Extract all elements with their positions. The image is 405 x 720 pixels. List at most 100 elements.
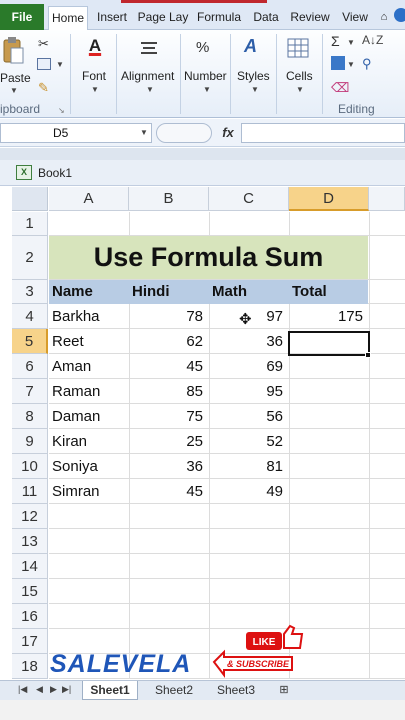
column-header-d[interactable]: D	[289, 187, 369, 211]
tab-home[interactable]: Home	[48, 6, 88, 31]
row-header-18[interactable]: 18	[12, 654, 48, 679]
format-painter-icon[interactable]: ✎	[38, 80, 49, 96]
cell-b10[interactable]: 36	[129, 454, 209, 479]
active-cell-selection[interactable]	[288, 331, 370, 356]
styles-icon[interactable]: A	[244, 36, 257, 57]
number-dropdown-icon[interactable]: ▼	[203, 85, 211, 94]
alignment-dropdown-icon[interactable]: ▼	[146, 85, 154, 94]
fill-dropdown-icon[interactable]: ▼	[347, 60, 355, 69]
row-header-6[interactable]: 6	[12, 354, 48, 379]
tab-insert[interactable]: Insert	[92, 6, 132, 30]
clear-icon[interactable]: ⌫	[331, 80, 349, 96]
row-header-12[interactable]: 12	[12, 504, 48, 529]
header-hindi[interactable]: Hindi	[129, 280, 170, 304]
row-header-16[interactable]: 16	[12, 604, 48, 629]
like-subscribe-badge[interactable]: LIKE & SUBSCRIBE	[210, 620, 310, 678]
row-header-1[interactable]: 1	[12, 212, 48, 236]
sort-filter-icon[interactable]: A↓Z	[362, 33, 383, 47]
cell-a11[interactable]: Simran	[49, 479, 129, 504]
autosum-icon[interactable]: Σ	[331, 33, 340, 49]
row-header-7[interactable]: 7	[12, 379, 48, 404]
row-header-13[interactable]: 13	[12, 529, 48, 554]
percent-icon[interactable]: %	[196, 39, 209, 56]
row-header-3[interactable]: 3	[12, 280, 48, 304]
cell-c10[interactable]: 81	[209, 454, 289, 479]
sheet-title[interactable]: Use Formula Sum	[49, 236, 368, 279]
prev-sheet-icon[interactable]: ◀	[36, 684, 43, 695]
font-dropdown-icon[interactable]: ▼	[91, 85, 99, 94]
next-sheet-icon[interactable]: ▶	[50, 684, 57, 695]
last-sheet-icon[interactable]: ▶|	[62, 684, 71, 695]
copy-dropdown-icon[interactable]: ▼	[56, 60, 64, 69]
insert-function-icon[interactable]: fx	[215, 123, 241, 143]
column-header-b[interactable]: B	[129, 187, 209, 211]
formula-bar-scroll-handle[interactable]	[156, 123, 212, 143]
row-header-17[interactable]: 17	[12, 629, 48, 654]
cells-label[interactable]: Cells	[286, 69, 313, 83]
autosum-dropdown-icon[interactable]: ▼	[347, 38, 355, 47]
cell-c11[interactable]: 49	[209, 479, 289, 504]
cut-icon[interactable]: ✂	[38, 36, 49, 52]
name-box-dropdown-icon[interactable]: ▼	[140, 128, 148, 137]
tab-file[interactable]: File	[0, 4, 44, 30]
row-header-11[interactable]: 11	[12, 479, 48, 504]
paste-label[interactable]: Paste	[0, 71, 31, 85]
styles-label[interactable]: Styles	[237, 69, 270, 83]
column-header-c[interactable]: C	[209, 187, 289, 211]
tab-formulas[interactable]: Formula	[193, 6, 245, 30]
sheet-tab-sheet3[interactable]: Sheet3	[208, 681, 264, 700]
cell-b8[interactable]: 75	[129, 404, 209, 429]
cell-b7[interactable]: 85	[129, 379, 209, 404]
cell-c7[interactable]: 95	[209, 379, 289, 404]
cell-a5[interactable]: Reet	[49, 329, 129, 354]
cell-a10[interactable]: Soniya	[49, 454, 129, 479]
column-header-a[interactable]: A	[49, 187, 129, 211]
cells-dropdown-icon[interactable]: ▼	[296, 85, 304, 94]
row-header-5[interactable]: 5	[12, 329, 48, 354]
sheet-tab-sheet2[interactable]: Sheet2	[146, 681, 202, 700]
cell-c5[interactable]: 36	[209, 329, 289, 354]
row-header-8[interactable]: 8	[12, 404, 48, 429]
paste-icon[interactable]	[2, 36, 24, 66]
row-header-9[interactable]: 9	[12, 429, 48, 454]
cell-c8[interactable]: 56	[209, 404, 289, 429]
font-label[interactable]: Font	[82, 69, 106, 83]
find-select-icon[interactable]: ⚲	[362, 56, 372, 72]
tab-data[interactable]: Data	[250, 6, 282, 30]
cell-c6[interactable]: 69	[209, 354, 289, 379]
minimize-ribbon-icon[interactable]: ⌂	[377, 6, 391, 30]
cell-a9[interactable]: Kiran	[49, 429, 129, 454]
row-header-15[interactable]: 15	[12, 579, 48, 604]
cells-icon[interactable]	[287, 38, 309, 63]
tab-review[interactable]: Review	[287, 6, 333, 30]
copy-icon[interactable]	[37, 58, 51, 70]
alignment-label[interactable]: Alignment	[121, 69, 174, 83]
tab-view[interactable]: View	[338, 6, 372, 30]
alignment-icon[interactable]	[140, 40, 158, 61]
row-header-4[interactable]: 4	[12, 304, 48, 329]
styles-dropdown-icon[interactable]: ▼	[251, 85, 259, 94]
dialog-launcher-icon[interactable]: ↘	[58, 106, 65, 115]
header-total[interactable]: Total	[289, 280, 327, 304]
formula-input[interactable]	[241, 123, 405, 143]
cell-b6[interactable]: 45	[129, 354, 209, 379]
column-header-e[interactable]	[369, 187, 405, 211]
help-icon[interactable]	[394, 8, 405, 22]
first-sheet-icon[interactable]: |◀	[18, 684, 27, 695]
cell-d4[interactable]: 175	[289, 304, 369, 329]
row-header-10[interactable]: 10	[12, 454, 48, 479]
cell-c9[interactable]: 52	[209, 429, 289, 454]
cell-a8[interactable]: Daman	[49, 404, 129, 429]
header-name[interactable]: Name	[49, 280, 93, 304]
new-sheet-icon[interactable]: ⊞	[272, 681, 296, 700]
cell-a7[interactable]: Raman	[49, 379, 129, 404]
fill-icon[interactable]	[331, 56, 345, 70]
select-all-corner[interactable]	[12, 187, 48, 211]
cell-b11[interactable]: 45	[129, 479, 209, 504]
tab-page-layout[interactable]: Page Lay	[136, 6, 190, 30]
number-label[interactable]: Number	[184, 69, 227, 83]
row-header-2[interactable]: 2	[12, 236, 48, 280]
name-box[interactable]: D5	[0, 123, 152, 143]
row-header-14[interactable]: 14	[12, 554, 48, 579]
paste-dropdown-icon[interactable]: ▼	[10, 86, 18, 95]
